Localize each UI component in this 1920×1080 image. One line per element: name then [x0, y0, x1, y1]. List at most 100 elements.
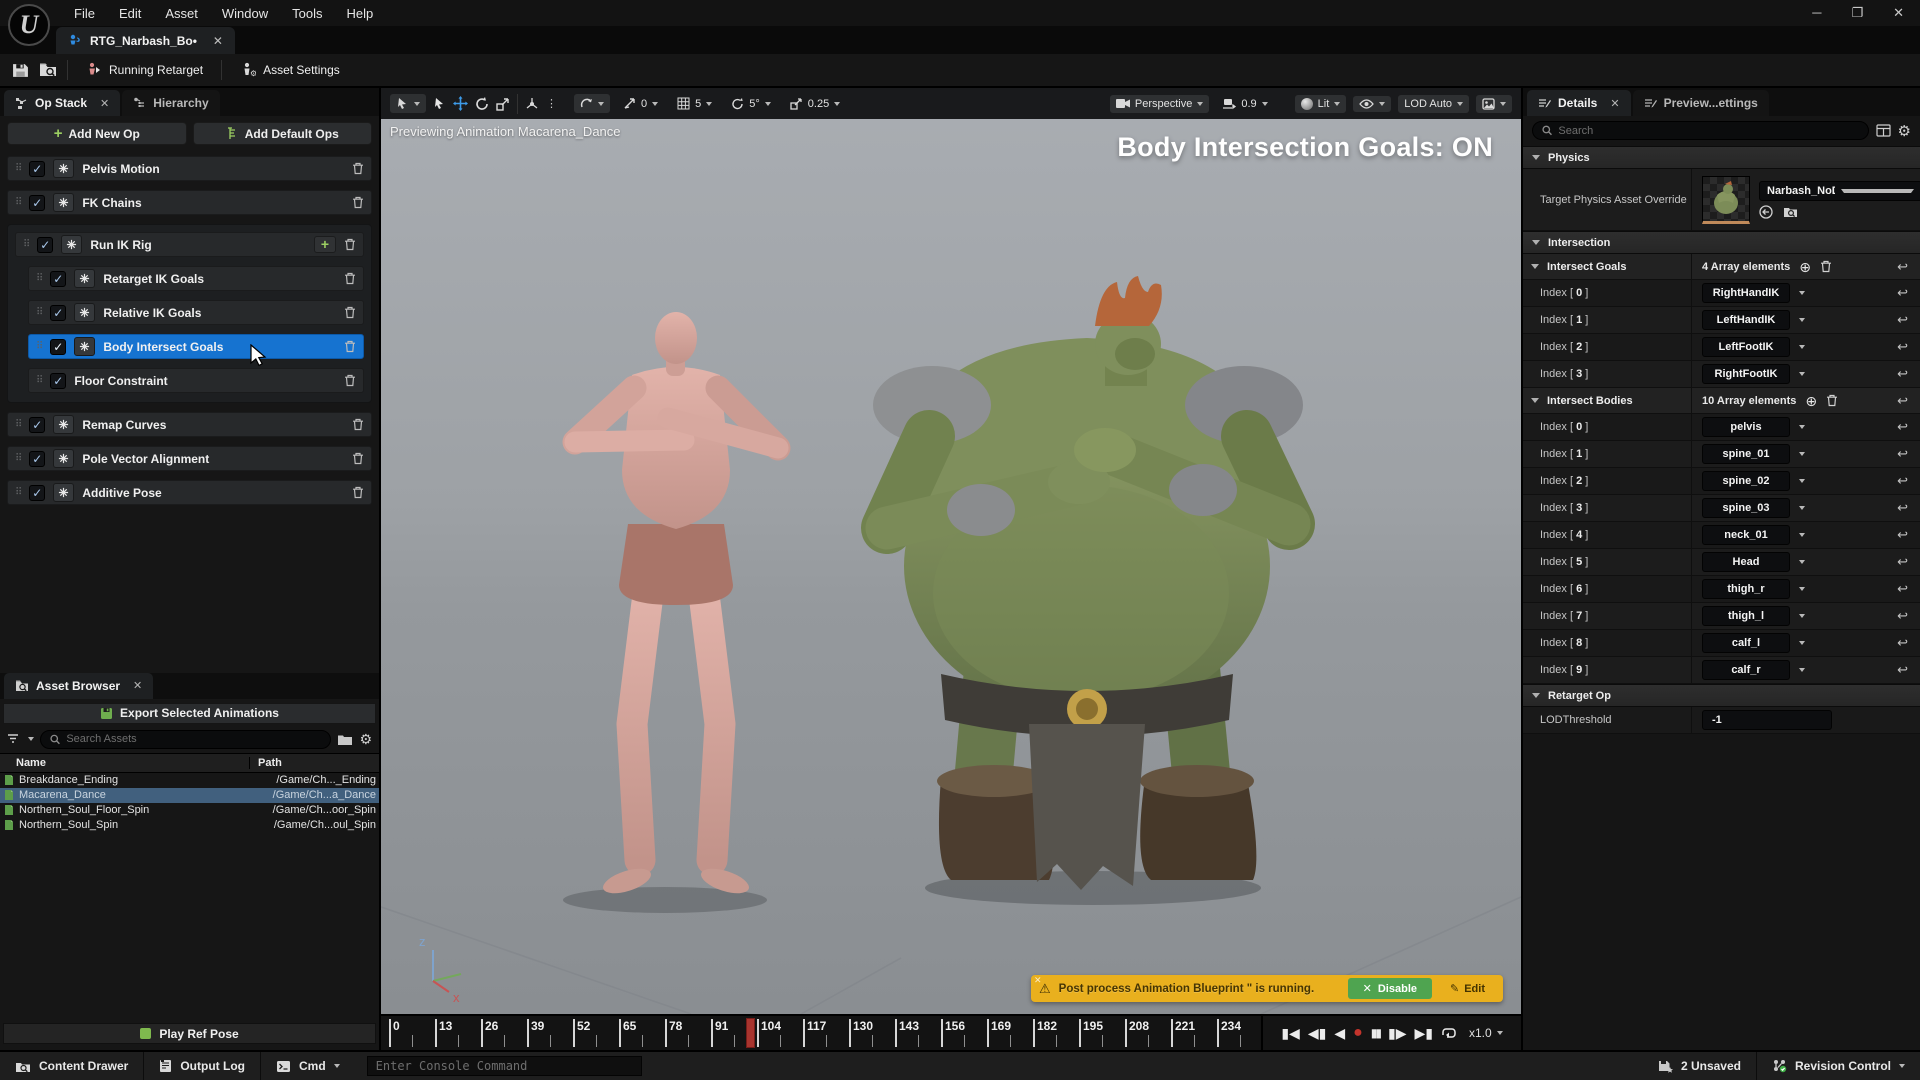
drag-handle-icon[interactable]: ⠿ — [15, 164, 21, 174]
drag-handle-icon[interactable]: ⠿ — [36, 376, 42, 386]
intersect-goal-value[interactable]: LeftFootIK — [1702, 337, 1790, 357]
intersect-body-value[interactable]: spine_03 — [1702, 498, 1790, 518]
empty-array-icon[interactable] — [1826, 394, 1838, 407]
menu-tools[interactable]: Tools — [280, 1, 334, 26]
reset-icon[interactable]: ↩ — [1897, 339, 1912, 355]
details-search-input[interactable] — [1558, 125, 1858, 137]
filter-chevron-icon[interactable] — [28, 737, 34, 741]
viewport-scene[interactable]: z x — [381, 88, 1521, 1014]
op-row[interactable]: ⠿ ✓ Pole Vector Alignment — [7, 446, 372, 471]
drag-handle-icon[interactable]: ⠿ — [15, 198, 21, 208]
chevron-down-icon[interactable] — [1799, 533, 1805, 537]
intersect-body-value[interactable]: Head — [1702, 552, 1790, 572]
go-to-start-button[interactable]: ▮◀ — [1281, 1026, 1299, 1040]
play-reverse-button[interactable]: ◀ — [1334, 1026, 1345, 1040]
add-default-ops-button[interactable]: Add Default Ops — [193, 122, 373, 145]
go-to-end-button[interactable]: ▶▮ — [1414, 1026, 1432, 1040]
add-new-op-button[interactable]: + Add New Op — [7, 122, 187, 145]
edit-button[interactable]: ✎ Edit — [1440, 982, 1495, 995]
menu-file[interactable]: File — [62, 1, 107, 26]
move-tool-icon[interactable] — [453, 96, 468, 111]
intersect-body-value[interactable]: pelvis — [1702, 417, 1790, 437]
chevron-down-icon[interactable] — [1799, 425, 1805, 429]
op-enabled-checkbox[interactable]: ✓ — [29, 451, 45, 467]
intersect-goal-value[interactable]: RightFootIK — [1702, 364, 1790, 384]
select-mode-dropdown[interactable] — [390, 94, 426, 113]
console-command-input[interactable] — [367, 1056, 642, 1076]
physics-asset-thumbnail[interactable] — [1702, 176, 1750, 224]
intersect-body-value[interactable]: thigh_l — [1702, 606, 1790, 626]
reset-icon[interactable]: ↩ — [1897, 500, 1912, 516]
asset-browser-close-icon[interactable]: ✕ — [133, 679, 142, 692]
tab-close-icon[interactable]: ✕ — [213, 34, 223, 48]
op-enabled-checkbox[interactable]: ✓ — [29, 195, 45, 211]
op-row[interactable]: ⠿ ✓ Additive Pose — [7, 480, 372, 505]
lit-mode-dropdown[interactable]: Lit — [1295, 95, 1347, 113]
chevron-down-icon[interactable] — [1799, 587, 1805, 591]
close-icon[interactable]: ✕ — [1893, 5, 1904, 21]
coordinate-system-icon[interactable] — [525, 97, 539, 111]
add-array-element-icon[interactable]: ⊕ — [1799, 260, 1811, 274]
details-tab-close-icon[interactable]: ✕ — [1610, 97, 1619, 110]
add-child-op-button[interactable]: + — [314, 236, 336, 253]
filter-icon[interactable] — [7, 733, 22, 745]
tab-preview-settings[interactable]: Preview...ettings — [1633, 90, 1769, 116]
output-log-button[interactable]: Output Log — [144, 1052, 261, 1080]
reset-icon[interactable]: ↩ — [1897, 662, 1912, 678]
asset-row[interactable]: Northern_Soul_Floor_Spin/Game/Ch...oor_S… — [0, 803, 379, 818]
export-selected-animations-button[interactable]: Export Selected Animations — [3, 703, 376, 724]
menu-help[interactable]: Help — [334, 1, 385, 26]
chevron-down-icon[interactable] — [1799, 345, 1805, 349]
lod-threshold-input[interactable]: -1 — [1702, 710, 1832, 730]
details-search-box[interactable] — [1532, 121, 1869, 140]
disable-button[interactable]: ✕ Disable — [1348, 978, 1432, 999]
asset-settings-button[interactable]: ⚙ Asset Settings — [232, 58, 348, 82]
tab-op-stack[interactable]: Op Stack ✕ — [4, 90, 120, 116]
asset-search-box[interactable] — [40, 730, 331, 749]
browse-asset-icon[interactable] — [39, 62, 57, 78]
delete-op-icon[interactable] — [344, 306, 356, 319]
chevron-down-icon[interactable] — [1799, 668, 1805, 672]
drag-handle-icon[interactable]: ⠿ — [15, 488, 21, 498]
op-enabled-checkbox[interactable]: ✓ — [50, 339, 66, 355]
browse-to-asset-icon[interactable] — [1783, 205, 1798, 218]
intersect-body-value[interactable]: neck_01 — [1702, 525, 1790, 545]
details-settings-gear-icon[interactable]: ⚙ — [1898, 122, 1911, 140]
section-intersection[interactable]: Intersection — [1523, 231, 1920, 254]
op-enabled-checkbox[interactable]: ✓ — [50, 373, 66, 389]
chevron-down-icon[interactable] — [1799, 372, 1805, 376]
column-path[interactable]: Path — [249, 757, 379, 769]
revision-control-button[interactable]: Revision Control — [1757, 1052, 1920, 1080]
reset-icon[interactable]: ↩ — [1897, 285, 1912, 301]
viewport-3d[interactable]: z x — [381, 88, 1521, 1014]
op-row[interactable]: ⠿ ✓ Body Intersect Goals — [28, 334, 364, 359]
reset-icon[interactable]: ↩ — [1897, 393, 1912, 409]
tab-hierarchy[interactable]: Hierarchy — [122, 90, 219, 116]
save-icon[interactable] — [12, 62, 29, 79]
drag-handle-icon[interactable]: ⠿ — [36, 308, 42, 318]
intersect-body-value[interactable]: spine_01 — [1702, 444, 1790, 464]
delete-op-icon[interactable] — [352, 162, 364, 175]
column-name[interactable]: Name — [0, 757, 249, 769]
tab-rtg-narbash[interactable]: RTG_Narbash_Bo• ✕ — [56, 27, 235, 54]
reset-icon[interactable]: ↩ — [1897, 312, 1912, 328]
grid-snap-control[interactable]: 5 — [671, 94, 718, 113]
folder-icon[interactable] — [337, 733, 353, 746]
section-retarget-op[interactable]: Retarget Op — [1523, 684, 1920, 707]
intersect-bodies-header[interactable]: Intersect Bodies 10 Array elements ⊕ ↩ — [1523, 388, 1920, 414]
select-tool-icon[interactable] — [433, 97, 446, 110]
screenshot-dropdown[interactable] — [1476, 95, 1512, 113]
reset-icon[interactable]: ↩ — [1897, 608, 1912, 624]
content-drawer-button[interactable]: Content Drawer — [0, 1052, 144, 1080]
maximize-icon[interactable]: ❐ — [1851, 5, 1863, 21]
lod-dropdown[interactable]: LOD Auto — [1398, 95, 1469, 113]
op-row[interactable]: ⠿ ✓ Pelvis Motion — [7, 156, 372, 181]
pause-button[interactable]: ▮▮ — [1371, 1027, 1380, 1039]
delete-op-icon[interactable] — [344, 238, 356, 251]
use-selected-asset-icon[interactable] — [1759, 205, 1773, 219]
scale-snap-control[interactable]: 0.25 — [784, 94, 846, 113]
step-forward-button[interactable]: ▮▶ — [1388, 1026, 1406, 1040]
delete-op-icon[interactable] — [352, 196, 364, 209]
reset-icon[interactable]: ↩ — [1897, 446, 1912, 462]
op-stack-tab-close-icon[interactable]: ✕ — [100, 97, 109, 110]
